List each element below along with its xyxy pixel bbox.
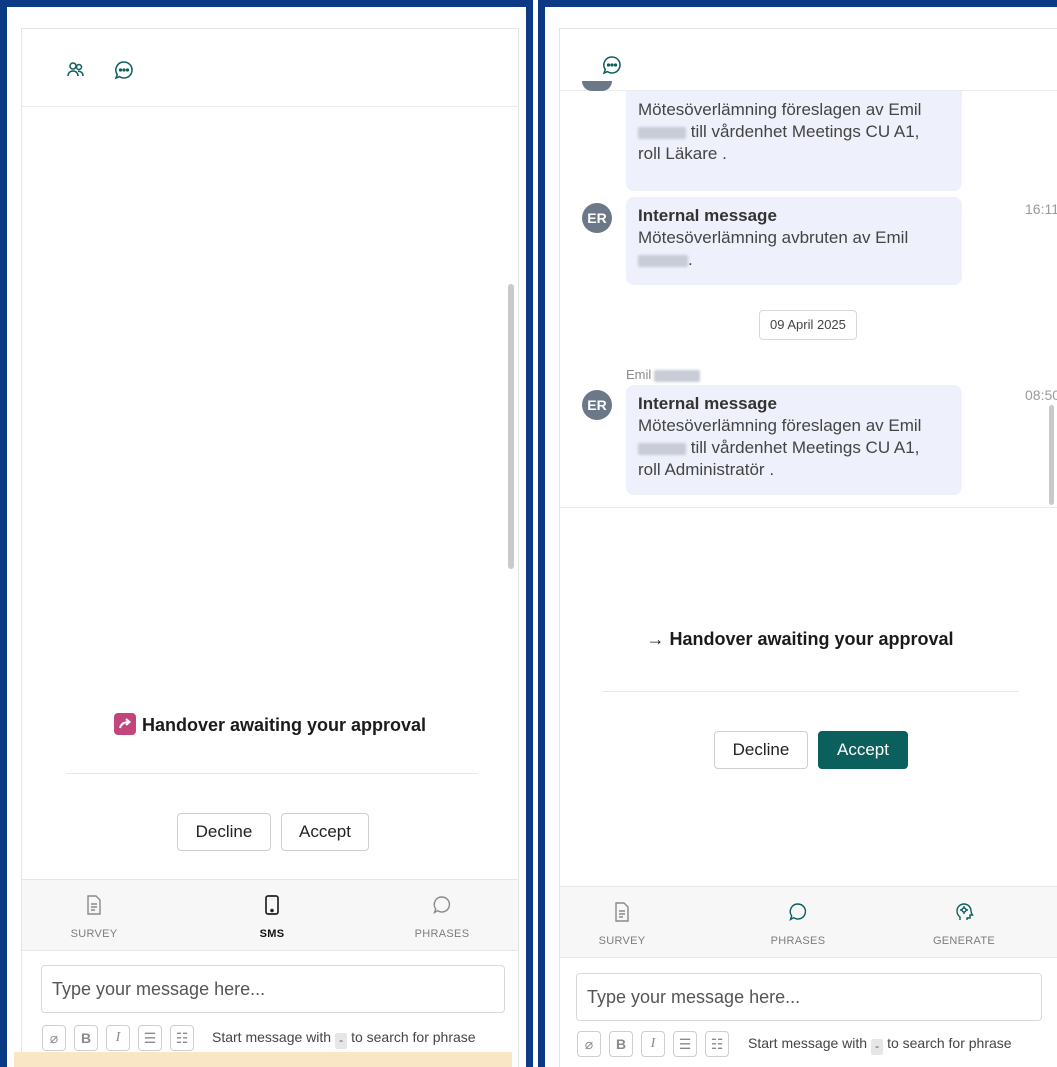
left-chat-card: Handover awaiting your approval Decline … [21, 28, 519, 1067]
numbered-list-icon[interactable]: ☰ [673, 1031, 697, 1057]
message-title: Internal message [638, 206, 777, 225]
document-icon [84, 894, 104, 916]
avatar: ER [582, 390, 612, 420]
phrase-hint-prefix: Start message with [212, 1029, 332, 1045]
phrase-hint-key: - [871, 1039, 884, 1055]
left-chat-panel: Handover awaiting your approval Decline … [0, 0, 533, 1067]
chat-icon[interactable] [114, 60, 134, 80]
sender-name: Emil [626, 367, 701, 382]
right-scrollbar[interactable] [1049, 405, 1054, 505]
tab-sms-label: SMS [259, 928, 285, 940]
date-divider: 09 April 2025 [759, 310, 857, 340]
handover-badge-icon [113, 713, 136, 735]
tab-generate[interactable]: GENERATE [904, 887, 1024, 959]
left-tab-bar: SURVEY SMS PHRASES [22, 879, 518, 951]
ai-head-icon [954, 901, 974, 923]
numbered-list-icon[interactable]: ☰ [138, 1025, 162, 1051]
italic-icon[interactable]: I [106, 1025, 130, 1051]
chat-bubble-icon [788, 901, 808, 923]
left-topbar [22, 29, 518, 107]
tab-survey[interactable]: SURVEY [34, 880, 154, 952]
redacted-name [638, 126, 686, 139]
message-line: till vårdenhet Meetings CU A1, [690, 438, 920, 457]
format-toolbar: ⌀ B I ☰ ☷ Start message with - to search f… [42, 1025, 512, 1053]
phrase-hint-suffix: to search for phrase [351, 1029, 476, 1045]
tab-survey-label: SURVEY [598, 935, 646, 947]
message-input[interactable] [41, 965, 505, 1013]
message-time: 08:50 [1025, 387, 1057, 403]
tab-phrases[interactable]: PHRASES [382, 880, 502, 952]
redacted-name [638, 442, 686, 455]
left-scrollbar[interactable] [508, 284, 514, 569]
message-bubble: Internal message Mötesöverlämning föresl… [626, 385, 962, 495]
sender-first-name: Emil [626, 367, 652, 382]
message-input[interactable] [576, 973, 1042, 1021]
phrase-hint: Start message with - to search for phrase [748, 1035, 1012, 1055]
message-line: roll Administratör . [638, 460, 775, 479]
arrow-right-icon: → [646, 629, 670, 649]
document-icon [612, 901, 632, 923]
message-bubble: Mötesöverlämning föreslagen av Emil till… [626, 91, 962, 191]
phrase-hint-suffix: to search for phrase [887, 1035, 1012, 1051]
redacted-name [638, 254, 688, 267]
bullet-list-icon[interactable]: ☷ [705, 1031, 729, 1057]
message-line: Mötesöverlämning avbruten av Emil [638, 228, 909, 247]
participants-icon[interactable] [66, 60, 86, 80]
phrase-hint-prefix: Start message with [748, 1035, 868, 1051]
accept-button[interactable]: Accept [281, 813, 369, 851]
bullet-list-icon[interactable]: ☷ [170, 1025, 194, 1051]
tab-survey-label: SURVEY [70, 928, 118, 940]
chat-icon[interactable] [602, 55, 622, 75]
accept-button[interactable]: Accept [818, 731, 908, 769]
tab-generate-label: GENERATE [932, 935, 996, 947]
attach-icon[interactable]: ⌀ [577, 1031, 601, 1057]
tab-phrases-label: PHRASES [770, 935, 826, 947]
message-time: 16:11 [1025, 201, 1057, 217]
handover-status: Handover awaiting your approval [22, 713, 518, 736]
bottom-warning-strip [14, 1052, 512, 1067]
tab-sms[interactable]: SMS [212, 880, 332, 952]
messages-divider [560, 507, 1057, 508]
redacted-name [654, 369, 701, 382]
tab-phrases-label: PHRASES [414, 928, 470, 940]
decline-button[interactable]: Decline [177, 813, 271, 851]
format-toolbar: ⌀ B I ☰ ☷ Start message with - to search f… [577, 1031, 1057, 1059]
phrase-hint-key: - [335, 1033, 348, 1049]
italic-icon[interactable]: I [641, 1031, 665, 1057]
message-bubble: Internal message Mötesöverlämning avbrut… [626, 197, 962, 285]
bold-icon[interactable]: B [609, 1031, 633, 1057]
tab-phrases[interactable]: PHRASES [738, 887, 858, 959]
handover-text: Handover awaiting your approval [669, 629, 954, 649]
right-tab-bar: SURVEY PHRASES GENERATE [560, 886, 1057, 958]
message-line: till vårdenhet Meetings CU A1, [690, 122, 920, 141]
avatar: ER [582, 203, 612, 233]
right-chat-card: Mötesöverlämning föreslagen av Emil till… [559, 28, 1057, 1067]
right-chat-panel: Mötesöverlämning föreslagen av Emil till… [538, 0, 1057, 1067]
handover-text: Handover awaiting your approval [141, 715, 427, 735]
message-title: Internal message [638, 394, 777, 413]
message-line: . [688, 250, 693, 269]
message-line: roll Läkare . [638, 144, 727, 163]
attach-icon[interactable]: ⌀ [42, 1025, 66, 1051]
bold-icon[interactable]: B [74, 1025, 98, 1051]
handover-divider [66, 773, 478, 774]
handover-status: → Handover awaiting your approval [560, 629, 1040, 650]
chat-bubble-icon [432, 894, 452, 916]
message-line: Mötesöverlämning föreslagen av Emil [638, 416, 922, 435]
right-topbar [560, 29, 1057, 91]
handover-divider [602, 691, 1018, 692]
decline-button[interactable]: Decline [714, 731, 808, 769]
phone-icon [262, 894, 282, 916]
message-line: Mötesöverlämning föreslagen av Emil [638, 100, 922, 119]
tab-survey[interactable]: SURVEY [562, 887, 682, 959]
phrase-hint: Start message with - to search for phrase [212, 1029, 476, 1049]
